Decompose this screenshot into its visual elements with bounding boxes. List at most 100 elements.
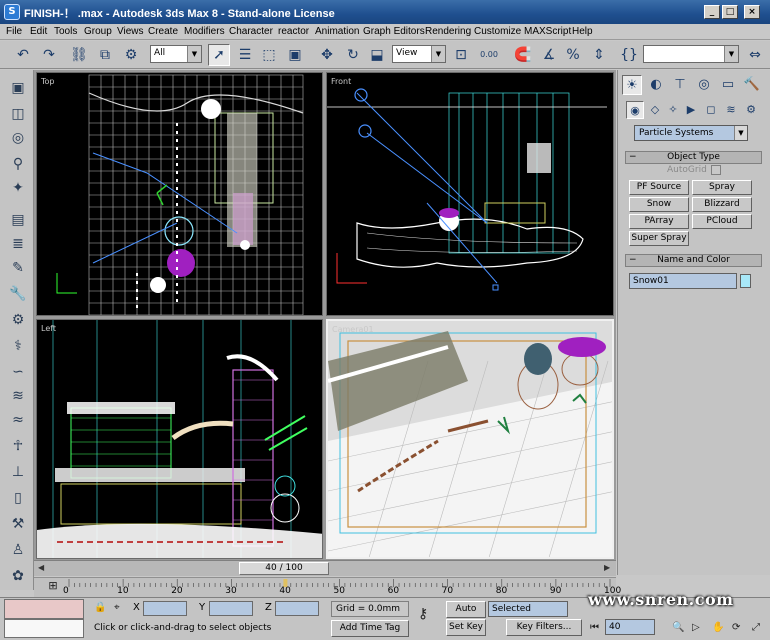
mirror-icon[interactable]: ⇔ (744, 44, 766, 66)
zoom-icon[interactable]: 🔍 (672, 622, 684, 633)
close-button[interactable]: × (744, 5, 760, 19)
tool-icon[interactable]: ⚒ (7, 514, 29, 534)
redo-icon[interactable]: ↷ (38, 44, 60, 66)
stack-icon[interactable]: ≣ (7, 234, 29, 254)
utilities-tab-icon[interactable]: 🔨 (742, 75, 762, 95)
object-type-rollout[interactable]: − Object Type (625, 151, 762, 164)
object-category-dropdown[interactable]: Particle Systems ▼ (634, 125, 748, 141)
menu-help[interactable]: Help (572, 26, 593, 37)
selection-filter-dropdown[interactable]: All ▼ (150, 45, 202, 63)
menu-character[interactable]: Character (229, 26, 273, 37)
snow-button[interactable]: Snow (629, 197, 689, 212)
set-key-button[interactable]: Set Key (446, 619, 486, 636)
autogrid-box[interactable] (711, 165, 721, 175)
menu-customize[interactable]: Customize (474, 26, 521, 37)
rect-selection-icon[interactable]: ⬚ (258, 44, 280, 66)
bind-space-warp-icon[interactable]: ⚙ (120, 44, 142, 66)
viewport-left[interactable]: Left (36, 319, 323, 559)
lock-icon[interactable]: 🔒 (94, 602, 106, 613)
object-name-field[interactable]: Snow01 (629, 273, 737, 289)
move-icon[interactable]: ✥ (316, 44, 338, 66)
brush-icon[interactable]: ✎ (7, 258, 29, 278)
cameras-icon[interactable]: ▶ (682, 101, 700, 119)
add-time-tag-button[interactable]: Add Time Tag (331, 620, 409, 637)
star-icon[interactable]: ✦ (7, 178, 29, 198)
menu-maxscript[interactable]: MAXScript (524, 26, 571, 37)
snap-toggle-icon[interactable]: 🧲 (512, 44, 534, 66)
viewport-top[interactable]: Top (36, 72, 323, 316)
spinner-snap-icon[interactable]: ⇕ (588, 44, 610, 66)
next-frame-icon[interactable]: ▶ (604, 563, 610, 572)
menu-edit[interactable]: Edit (30, 26, 47, 37)
bend-icon[interactable]: ∽ (7, 362, 29, 382)
object-color-swatch[interactable] (740, 274, 751, 288)
light-icon[interactable]: ⚲ (7, 154, 29, 174)
menu-file[interactable]: File (6, 26, 22, 37)
maximize-button[interactable]: □ (722, 5, 738, 19)
blizzard-button[interactable]: Blizzard (692, 197, 752, 212)
create-tab-icon[interactable]: ☀ (622, 75, 642, 95)
wall-icon[interactable]: ▤ (7, 210, 29, 230)
pan-icon[interactable]: ✋ (712, 622, 724, 633)
key-icon[interactable]: ⚷ (418, 606, 428, 622)
twist-icon[interactable]: ≋ (7, 386, 29, 406)
z-coord-field[interactable] (275, 601, 319, 616)
wave-icon[interactable]: ≈ (7, 410, 29, 430)
mini-curve-toggle-icon[interactable]: ⊞ (43, 579, 63, 595)
angle-snap-icon[interactable]: ∡ (538, 44, 560, 66)
select-object-icon[interactable]: ➚ (208, 44, 230, 66)
y-coord-field[interactable] (209, 601, 253, 616)
modify-tab-icon[interactable]: ◐ (646, 75, 666, 95)
time-slider-thumb[interactable]: 40 / 100 (239, 562, 329, 575)
prev-frame-icon[interactable]: ◀ (38, 563, 44, 572)
reference-coord-dropdown[interactable]: View ▼ (392, 45, 446, 63)
geometry-icon[interactable]: ◉ (626, 101, 644, 119)
gear-icon[interactable]: ⚙ (7, 310, 29, 330)
select-by-name-icon[interactable]: ☰ (234, 44, 256, 66)
spacewarps-icon[interactable]: ≋ (722, 101, 740, 119)
scale-icon[interactable]: ⬓ (366, 44, 388, 66)
undo-icon[interactable]: ↶ (12, 44, 34, 66)
play-icon[interactable]: ▷ (692, 622, 700, 633)
lights-icon[interactable]: ✧ (664, 101, 682, 119)
spray-button[interactable]: Spray (692, 180, 752, 195)
menu-views[interactable]: Views (117, 26, 144, 37)
maxscript-listener-swatch[interactable] (4, 599, 84, 619)
cloth-icon[interactable]: ✿ (7, 566, 29, 586)
window-crossing-icon[interactable]: ▣ (284, 44, 306, 66)
menu-reactor[interactable]: reactor (278, 26, 309, 37)
motion-tab-icon[interactable]: ◎ (694, 75, 714, 95)
box-icon[interactable]: ▣ (7, 78, 29, 98)
pin-icon[interactable]: ⚕ (7, 336, 29, 356)
snap-value[interactable]: 0.00 (478, 44, 500, 66)
parray-button[interactable]: PArray (629, 214, 689, 229)
orbit-icon[interactable]: ⟳ (732, 622, 740, 633)
menu-create[interactable]: Create (148, 26, 178, 37)
maximize-viewport-icon[interactable]: ⤢ (752, 622, 760, 633)
menu-group[interactable]: Group (84, 26, 112, 37)
named-selection-dropdown[interactable]: ▼ (643, 45, 739, 63)
track-bar[interactable]: 0 10 20 30 40 50 60 70 80 90 100 (34, 577, 621, 597)
menu-modifiers[interactable]: Modifiers (184, 26, 225, 37)
hierarchy-tab-icon[interactable]: ⊤ (670, 75, 690, 95)
named-selection-icon[interactable]: {} (618, 44, 640, 66)
helpers-icon[interactable]: ◻ (702, 101, 720, 119)
unlink-icon[interactable]: ⧉ (94, 44, 116, 66)
pivot-center-icon[interactable]: ⊡ (450, 44, 472, 66)
app-icon[interactable]: S (4, 4, 20, 20)
menu-tools[interactable]: Tools (54, 26, 77, 37)
key-filters-button[interactable]: Key Filters... (506, 619, 582, 636)
name-color-rollout[interactable]: − Name and Color (625, 254, 762, 267)
wrench-icon[interactable]: 🔧 (7, 284, 29, 304)
viewport-front[interactable]: Front (326, 72, 614, 316)
figure-icon[interactable]: ♙ (7, 540, 29, 560)
viewport-camera[interactable]: Camera01 (326, 319, 614, 559)
biped-icon[interactable]: ☥ (7, 436, 29, 456)
menu-graph-editors[interactable]: Graph Editors (363, 26, 425, 37)
autogrid-checkbox[interactable]: AutoGrid (667, 165, 721, 175)
menu-animation[interactable]: Animation (315, 26, 359, 37)
key-mode-dropdown[interactable]: Selected (488, 601, 568, 617)
absolute-mode-icon[interactable]: ⌖ (114, 602, 120, 613)
select-and-link-icon[interactable]: ⛓ (68, 44, 90, 66)
pcloud-button[interactable]: PCloud (692, 214, 752, 229)
